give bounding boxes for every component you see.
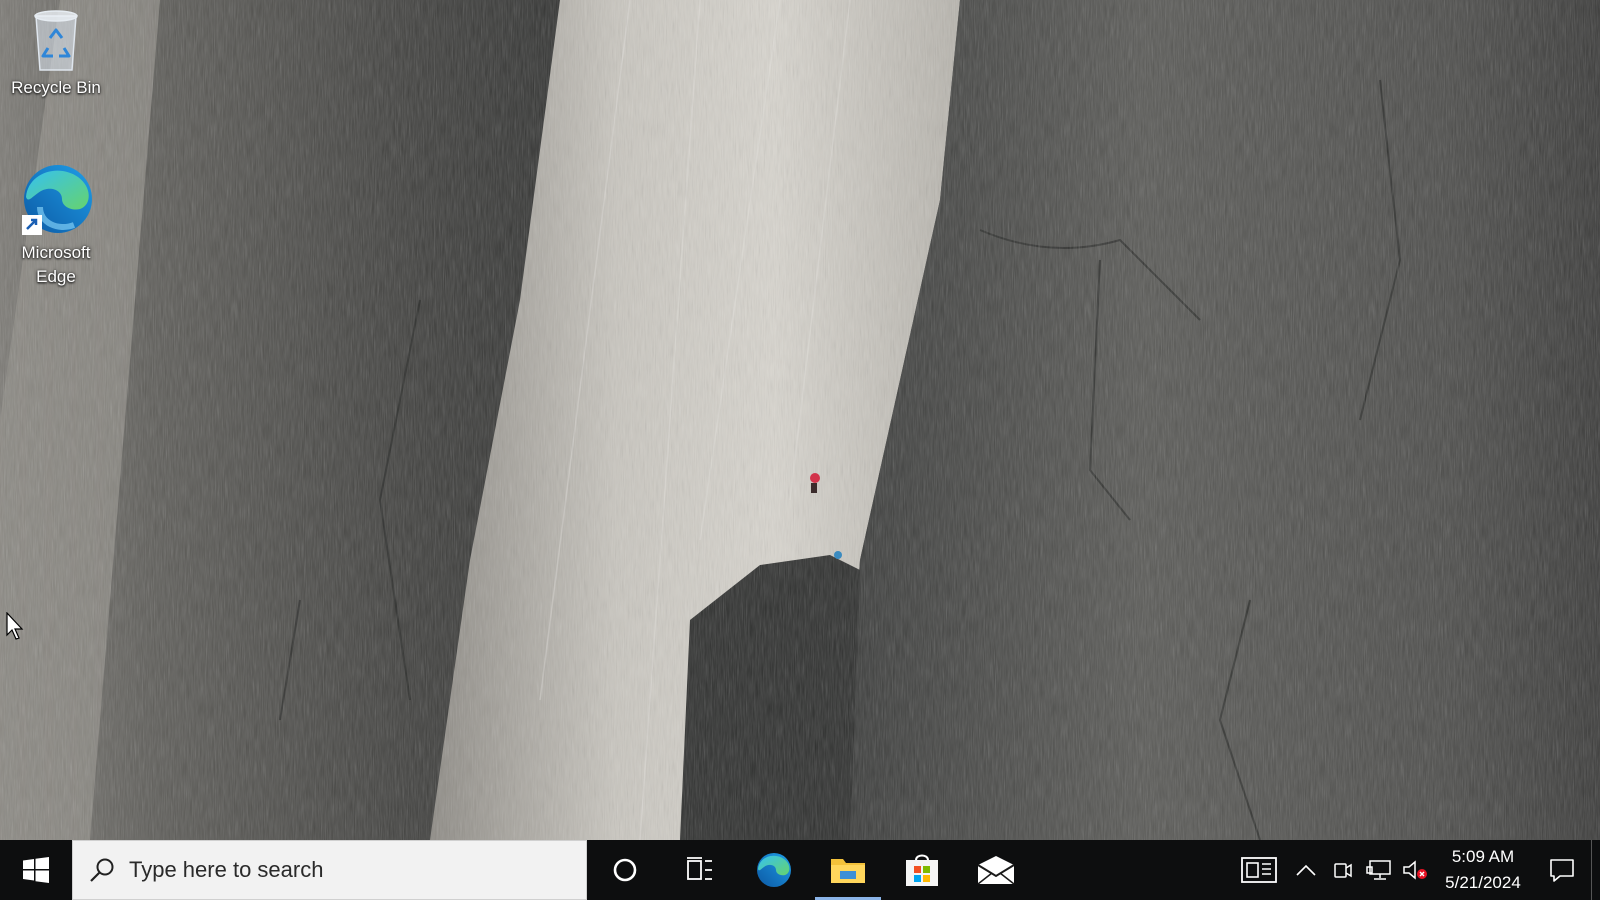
cortana-circle-icon bbox=[613, 858, 637, 882]
search-placeholder: Type here to search bbox=[129, 857, 324, 882]
system-tray: 5:09 AM 5/21/2024 bbox=[1231, 840, 1600, 900]
desktop-icon-label: Recycle Bin bbox=[11, 78, 101, 97]
cortana-button[interactable] bbox=[587, 840, 663, 900]
search-box[interactable]: Type here to search bbox=[72, 840, 587, 900]
mail-icon bbox=[977, 856, 1015, 885]
desktop-icon-microsoft-edge[interactable]: Microsoft Edge bbox=[6, 163, 106, 289]
taskbar: Type here to search 5:09 AM 5/21/2024 bbox=[0, 840, 1600, 900]
network-button[interactable] bbox=[1361, 840, 1397, 900]
recycle-bin-icon bbox=[34, 10, 78, 71]
task-view-button[interactable] bbox=[663, 840, 737, 900]
action-center-button[interactable] bbox=[1533, 840, 1591, 900]
news-widget-button[interactable] bbox=[1231, 840, 1287, 900]
edge-icon bbox=[757, 853, 791, 887]
search-icon bbox=[90, 858, 114, 882]
desktop[interactable]: Recycle Bin Microsoft Edge bbox=[0, 0, 1600, 840]
volume-muted-icon bbox=[1403, 860, 1427, 880]
taskbar-app-microsoft-edge[interactable] bbox=[737, 840, 811, 900]
chevron-up-icon bbox=[1296, 864, 1316, 876]
show-desktop-button[interactable] bbox=[1591, 840, 1600, 900]
mouse-cursor-icon bbox=[6, 612, 24, 640]
volume-button[interactable] bbox=[1397, 840, 1433, 900]
wallpaper-image bbox=[0, 0, 1600, 840]
clock-date: 5/21/2024 bbox=[1445, 873, 1521, 892]
taskbar-app-microsoft-store[interactable] bbox=[885, 840, 959, 900]
edge-icon bbox=[22, 165, 92, 235]
news-icon bbox=[1241, 857, 1277, 883]
desktop-icon-label: Microsoft Edge bbox=[21, 243, 91, 286]
desktop-icon-recycle-bin[interactable]: Recycle Bin bbox=[6, 8, 106, 100]
folder-icon bbox=[831, 859, 865, 883]
clock[interactable]: 5:09 AM 5/21/2024 bbox=[1433, 840, 1533, 900]
meet-now-icon bbox=[1334, 863, 1352, 878]
meet-now-button[interactable] bbox=[1325, 840, 1361, 900]
windows-logo-icon bbox=[23, 857, 49, 883]
task-view-icon bbox=[687, 857, 712, 880]
action-center-icon bbox=[1550, 859, 1574, 882]
start-button[interactable] bbox=[0, 840, 72, 900]
taskbar-app-mail[interactable] bbox=[959, 840, 1033, 900]
clock-time: 5:09 AM bbox=[1451, 847, 1515, 866]
show-hidden-icons-button[interactable] bbox=[1287, 840, 1325, 900]
taskbar-app-file-explorer[interactable] bbox=[811, 840, 885, 900]
network-icon bbox=[1366, 860, 1391, 880]
store-bag-icon bbox=[906, 854, 938, 886]
